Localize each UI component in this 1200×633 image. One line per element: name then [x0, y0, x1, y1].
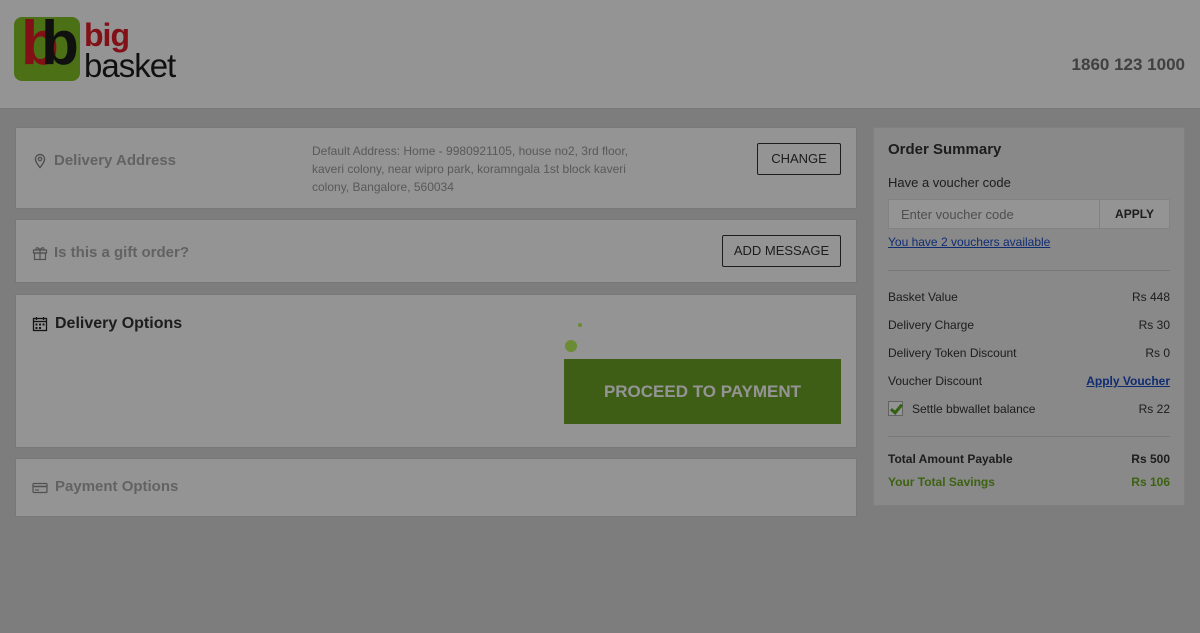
proceed-to-payment-button[interactable]: PROCEED TO PAYMENT: [564, 359, 841, 424]
logo-letter-b-dark: b: [41, 9, 79, 78]
payment-options-card: Payment Options: [15, 458, 857, 517]
summary-row-total: Total Amount Payable Rs 500: [888, 452, 1170, 466]
loading-dot: [578, 323, 582, 327]
summary-row-savings: Your Total Savings Rs 106: [888, 475, 1170, 489]
order-summary-title: Order Summary: [888, 141, 1002, 158]
default-address-text: Default Address: Home - 9980921105, hous…: [312, 144, 628, 194]
total-label: Total Amount Payable: [888, 452, 1013, 466]
delivery-options-title: Delivery Options: [55, 315, 183, 332]
summary-row-value: Rs 0: [1145, 346, 1170, 360]
delivery-address-title: Delivery Address: [54, 152, 177, 169]
summary-row-value: Rs 30: [1138, 318, 1170, 332]
summary-row-voucher-discount: Voucher Discount Apply Voucher: [888, 374, 1170, 388]
summary-divider: [888, 270, 1170, 271]
calendar-icon: [32, 316, 48, 332]
credit-card-icon: [32, 480, 48, 496]
map-pin-icon: [32, 153, 48, 169]
logo-badge: b b: [14, 13, 80, 81]
voucher-code-input[interactable]: [889, 200, 1099, 228]
available-vouchers-link[interactable]: You have 2 vouchers available: [888, 235, 1050, 249]
savings-label: Your Total Savings: [888, 475, 995, 489]
gift-order-title: Is this a gift order?: [54, 244, 190, 261]
summary-row-label: Voucher Discount: [888, 374, 983, 388]
savings-value: Rs 106: [1131, 475, 1170, 489]
site-header: b b big basket 1860 123 1000: [0, 0, 1200, 109]
summary-row-value: Rs 448: [1131, 290, 1170, 304]
order-summary-panel: Order Summary Have a voucher code APPLY …: [873, 127, 1185, 506]
summary-row-bbwallet: Settle bbwallet balance Rs 22: [888, 401, 1170, 416]
add-message-button[interactable]: ADD MESSAGE: [722, 235, 841, 267]
summary-row-label: Basket Value: [888, 290, 958, 304]
gift-icon: [32, 245, 48, 261]
logo-word-basket: basket: [84, 47, 176, 84]
bbwallet-checkbox-wrap: Settle bbwallet balance: [888, 401, 1035, 416]
bigbasket-logo[interactable]: b b big basket: [14, 13, 184, 84]
summary-row-delivery-charge: Delivery Charge Rs 30: [888, 318, 1170, 332]
apply-voucher-link[interactable]: Apply Voucher: [1086, 374, 1170, 388]
summary-row-label: Delivery Token Discount: [888, 346, 1017, 360]
summary-row-value: Rs 22: [1138, 401, 1170, 416]
gift-order-card: Is this a gift order? ADD MESSAGE: [15, 219, 857, 283]
summary-divider: [888, 436, 1170, 437]
voucher-form: APPLY: [888, 199, 1170, 229]
bbwallet-checkbox[interactable]: [888, 401, 903, 416]
change-address-button[interactable]: CHANGE: [757, 143, 841, 175]
summary-row-basket-value: Basket Value Rs 448: [888, 290, 1170, 304]
summary-row-label: Delivery Charge: [888, 318, 975, 332]
total-value: Rs 500: [1131, 452, 1170, 466]
loading-dot: [565, 340, 577, 352]
voucher-label: Have a voucher code: [888, 175, 1011, 190]
summary-row-label: Settle bbwallet balance: [912, 401, 1036, 416]
summary-row-delivery-token-discount: Delivery Token Discount Rs 0: [888, 346, 1170, 360]
support-phone: 1860 123 1000: [1071, 55, 1185, 74]
delivery-address-card: Delivery Address Default Address: Home -…: [15, 127, 857, 209]
apply-voucher-button[interactable]: APPLY: [1099, 200, 1169, 228]
payment-options-title: Payment Options: [55, 478, 179, 495]
delivery-options-card: Delivery Options PROCEED TO PAYMENT: [15, 294, 857, 448]
